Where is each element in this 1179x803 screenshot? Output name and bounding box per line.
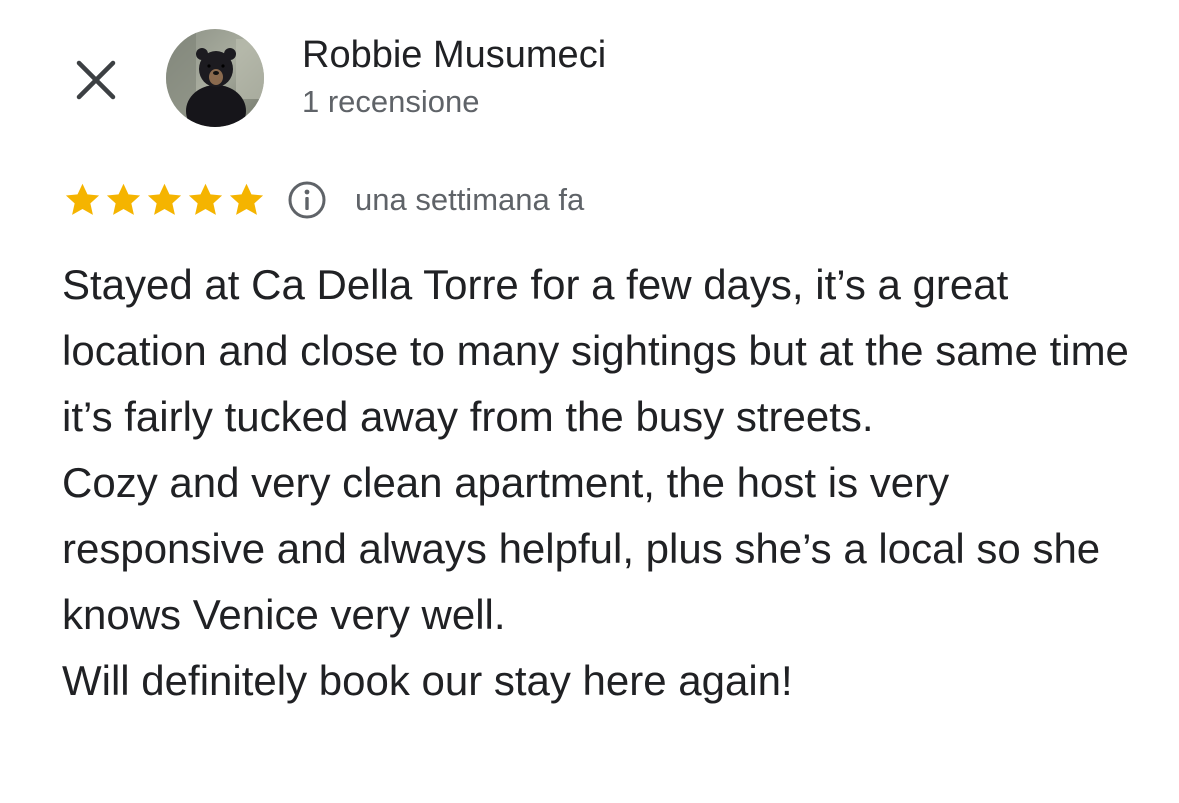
review-paragraph: Will definitely book our stay here again… (62, 657, 793, 704)
review-text: Stayed at Ca Della Torre for a few days,… (62, 252, 1152, 714)
review-date: una settimana fa (355, 182, 585, 217)
star-icon (106, 183, 141, 215)
rating-row: una settimana fa (62, 176, 584, 224)
author-review-count: 1 recensione (302, 84, 480, 119)
star-icon (65, 183, 100, 215)
close-button[interactable] (70, 54, 122, 106)
star-icon (188, 183, 223, 215)
author-name[interactable]: Robbie Musumeci (302, 32, 606, 78)
review-paragraph: Cozy and very clean apartment, the host … (62, 459, 1101, 638)
close-icon (76, 60, 116, 100)
review-paragraph: Stayed at Ca Della Torre for a few days,… (62, 261, 1129, 440)
info-icon (288, 181, 326, 219)
black-bear-avatar (166, 29, 264, 127)
star-rating (62, 180, 267, 221)
info-button[interactable] (285, 178, 329, 222)
star-icon (147, 183, 182, 215)
avatar[interactable] (166, 29, 264, 127)
star-icon (229, 183, 264, 215)
author-info[interactable]: Robbie Musumeci 1 recensione (302, 32, 606, 122)
